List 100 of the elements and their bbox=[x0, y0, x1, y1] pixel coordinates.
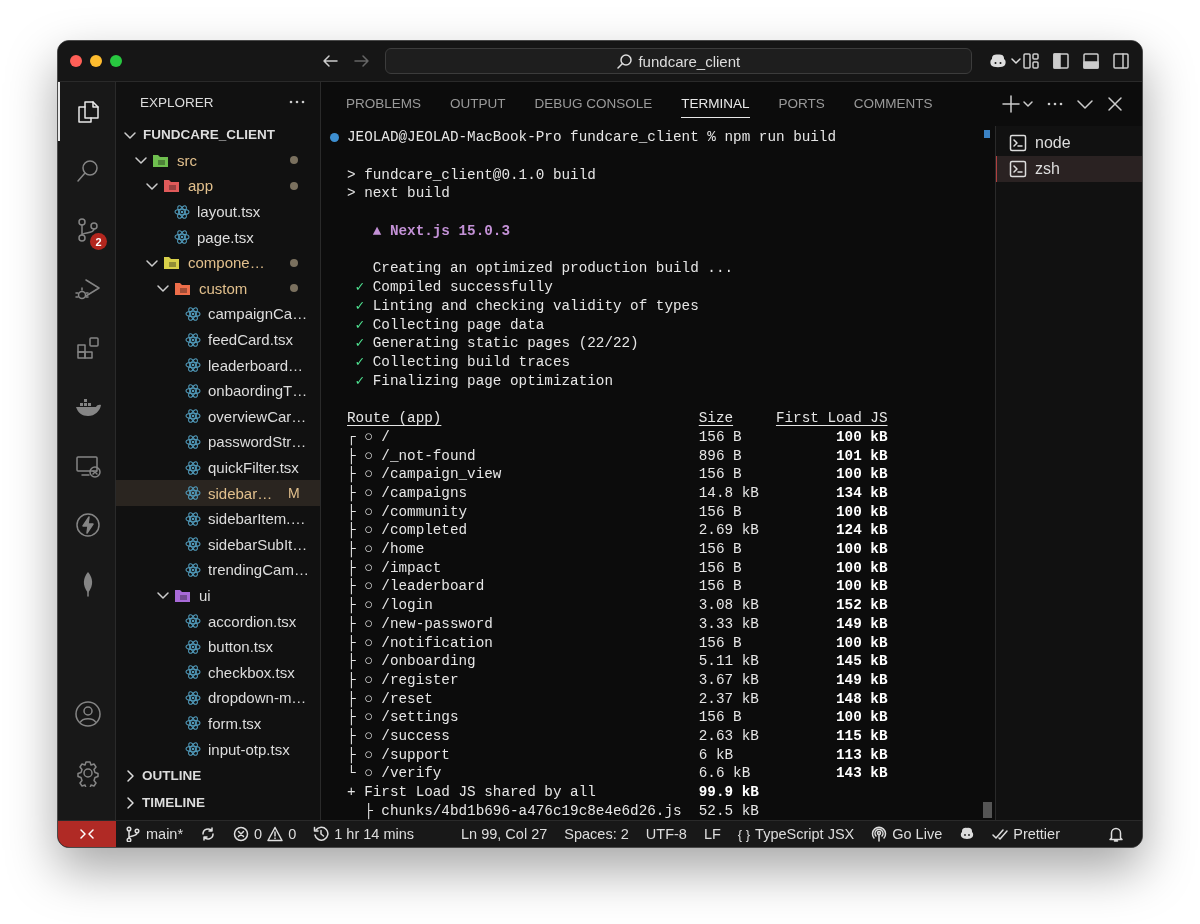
table-cell: ├ ○ /reset bbox=[347, 690, 433, 707]
status-item[interactable]: 0 bbox=[267, 826, 297, 842]
file-item[interactable]: campaignCa… bbox=[116, 301, 320, 327]
file-item[interactable]: accordion.tsx bbox=[116, 608, 320, 634]
forward-arrow-icon[interactable] bbox=[352, 52, 371, 70]
folder-item[interactable]: FUNDCARE_CLIENT bbox=[116, 122, 320, 148]
file-item[interactable]: button.tsx bbox=[116, 633, 320, 660]
file-item[interactable]: trendingCam… bbox=[116, 557, 320, 583]
table-cell: 2.69 kB bbox=[698, 522, 759, 539]
status-item[interactable]: Prettier bbox=[992, 826, 1060, 842]
file-item[interactable]: dropdown-m… bbox=[116, 685, 320, 711]
account-icon[interactable] bbox=[73, 699, 102, 728]
file-item[interactable]: feedCard.tsx bbox=[116, 326, 320, 353]
table-cell: ├ chunks/4bd1b696-a476c19c8e4e6d26.js bbox=[364, 802, 682, 819]
panel-tab[interactable]: PROBLEMS bbox=[346, 90, 422, 118]
zoom-button[interactable] bbox=[110, 55, 122, 67]
folder-item[interactable]: ui bbox=[116, 582, 320, 609]
file-item[interactable]: layout.tsx bbox=[116, 198, 320, 225]
status-item[interactable]: 1 hr 14 mins bbox=[313, 826, 415, 842]
atom-icon bbox=[185, 741, 201, 758]
panel-tab[interactable]: OUTPUT bbox=[450, 90, 506, 118]
atom-icon bbox=[185, 382, 201, 399]
status-item[interactable]: UTF-8 bbox=[645, 826, 687, 842]
layout-icon[interactable] bbox=[1022, 52, 1040, 70]
file-item[interactable]: form.tsx bbox=[116, 710, 320, 737]
command-status-dot bbox=[330, 132, 339, 142]
robot-icon[interactable] bbox=[959, 826, 976, 842]
file-item[interactable]: sidebar… M bbox=[116, 480, 320, 506]
minimize-button[interactable] bbox=[90, 55, 102, 67]
atom-icon bbox=[185, 689, 201, 706]
file-item[interactable]: sidebarSubIt… bbox=[116, 531, 320, 558]
folder-item[interactable]: compone… bbox=[116, 249, 320, 276]
table-cell: 100 kB bbox=[836, 428, 888, 445]
table-cell: 2.63 kB bbox=[698, 727, 759, 744]
shell-session-item[interactable]: zsh bbox=[996, 156, 1142, 182]
section-header[interactable]: TIMELINE bbox=[116, 789, 320, 816]
table-cell: + First Load JS shared by all bbox=[347, 784, 596, 800]
status-item[interactable]: LF bbox=[703, 826, 721, 842]
file-item[interactable]: overviewCar… bbox=[116, 403, 320, 430]
remote-button[interactable] bbox=[58, 821, 116, 847]
plus-icon[interactable] bbox=[1002, 95, 1020, 113]
status-item[interactable]: 0 bbox=[233, 826, 263, 842]
panel-tab[interactable]: DEBUG CONSOLE bbox=[534, 90, 653, 118]
folder-item[interactable]: src bbox=[116, 147, 320, 174]
terminal-line: Collecting build traces bbox=[372, 353, 571, 372]
section-header[interactable]: OUTLINE bbox=[116, 762, 320, 789]
terminal-line: Linting and checking validity of types bbox=[372, 296, 699, 316]
check-mark: ✓ bbox=[355, 296, 366, 316]
table-cell: ├ ○ /notification bbox=[347, 634, 493, 651]
table-cell: ├ ○ /new-password bbox=[347, 615, 493, 632]
file-item[interactable]: checkbox.tsx bbox=[116, 659, 320, 686]
close-button[interactable] bbox=[70, 55, 82, 67]
panel-tab[interactable]: TERMINAL bbox=[681, 90, 750, 118]
file-item[interactable]: onbaordingT… bbox=[116, 377, 320, 404]
atom-icon bbox=[185, 357, 201, 374]
panel-tab[interactable]: PORTS bbox=[778, 90, 825, 118]
folder-item[interactable]: custom bbox=[116, 275, 320, 302]
table-cell: ├ ○ /support bbox=[347, 746, 450, 763]
atom-icon bbox=[185, 408, 201, 425]
sidebar-toggle-icon[interactable] bbox=[1052, 52, 1070, 70]
back-arrow-icon[interactable] bbox=[320, 52, 339, 70]
table-cell: 156 B bbox=[698, 634, 742, 651]
status-item[interactable]: Go Live bbox=[871, 826, 943, 842]
file-item[interactable]: quickFilter.tsx bbox=[116, 454, 320, 481]
status-item[interactable]: Ln 99, Col 27 bbox=[461, 826, 548, 842]
command-center-search[interactable]: fundcare_client bbox=[384, 48, 972, 74]
scrollbar-thumb[interactable] bbox=[983, 802, 992, 818]
status-item[interactable]: Spaces: 2 bbox=[564, 826, 629, 842]
table-cell: ├ ○ /onboarding bbox=[347, 653, 476, 670]
panel-tab[interactable]: COMMENTS bbox=[853, 90, 933, 118]
status-item[interactable]: { } TypeScript JSX bbox=[737, 826, 855, 842]
file-item[interactable]: page.tsx bbox=[116, 224, 320, 250]
folder-item[interactable]: app bbox=[116, 173, 320, 199]
file-item[interactable]: passwordStr… bbox=[116, 429, 320, 455]
robot-icon[interactable] bbox=[988, 52, 1008, 70]
file-item[interactable]: leaderboard… bbox=[116, 352, 320, 378]
sync-icon[interactable] bbox=[200, 826, 217, 842]
caret-icon[interactable] bbox=[1010, 55, 1022, 67]
lightning-icon[interactable] bbox=[73, 510, 102, 539]
file-item[interactable]: sidebarItem.… bbox=[116, 505, 320, 532]
file-item[interactable]: input-otp.tsx bbox=[116, 736, 320, 762]
table-cell: 3.33 kB bbox=[698, 615, 759, 632]
table-cell: 152 kB bbox=[836, 597, 888, 614]
panel-toggle-icon[interactable] bbox=[1082, 52, 1100, 70]
terminal-line: Generating static pages (22/22) bbox=[372, 334, 639, 353]
table-cell: 100 kB bbox=[836, 634, 888, 651]
braces-icon: { } bbox=[737, 826, 751, 842]
close-icon[interactable] bbox=[1106, 95, 1124, 113]
status-item[interactable]: main* bbox=[125, 826, 184, 842]
check-mark: ✓ bbox=[355, 371, 366, 391]
shell-session-item[interactable]: node bbox=[996, 130, 1142, 156]
bell-icon[interactable] bbox=[1108, 826, 1124, 842]
table-cell: 6.6 kB bbox=[698, 765, 751, 782]
table-cell: 14.8 kB bbox=[698, 485, 759, 501]
atom-icon bbox=[185, 331, 201, 348]
secondary-sidebar-icon[interactable] bbox=[1112, 52, 1130, 70]
history-icon bbox=[313, 826, 330, 842]
table-cell: ├ ○ /settings bbox=[347, 709, 459, 726]
caret-icon[interactable] bbox=[1022, 98, 1034, 110]
table-cell: ├ ○ /register bbox=[347, 671, 459, 688]
